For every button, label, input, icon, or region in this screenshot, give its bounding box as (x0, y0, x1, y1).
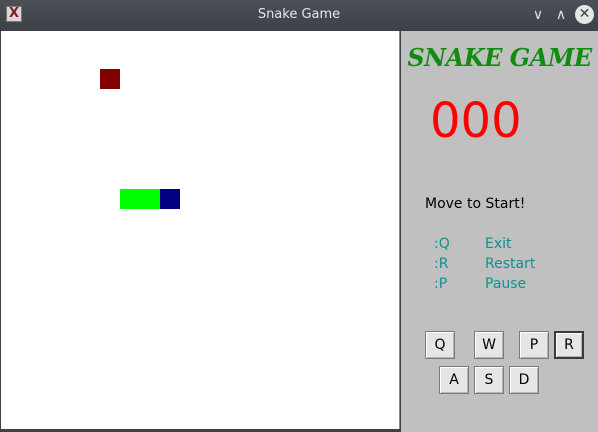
shortcut-action: Pause (485, 276, 527, 292)
d-button[interactable]: D (509, 366, 539, 394)
shortcut-key: :R (434, 256, 449, 272)
s-button[interactable]: S (474, 366, 504, 394)
status-message: Move to Start! (425, 196, 526, 212)
w-button[interactable]: W (474, 331, 504, 359)
game-board[interactable] (1, 31, 400, 429)
r-button[interactable]: R (554, 331, 584, 359)
a-button[interactable]: A (439, 366, 469, 394)
minimize-icon[interactable]: ∨ (528, 5, 548, 25)
snake-head (160, 189, 180, 209)
window-title: Snake Game (257, 7, 341, 22)
p-button[interactable]: P (519, 331, 549, 359)
snake-body-segment (120, 189, 140, 209)
side-panel: SNAKE GAME 000 Move to Start! :Q Exit :R… (401, 31, 598, 432)
shortcut-key: :Q (434, 236, 450, 252)
food-cell (100, 69, 120, 89)
maximize-icon[interactable]: ∧ (551, 5, 571, 25)
score-display: 000 (430, 93, 522, 149)
shortcut-action: Exit (485, 236, 512, 252)
shortcut-key: :P (434, 276, 448, 292)
game-title: SNAKE GAME (407, 43, 592, 72)
q-button[interactable]: Q (425, 331, 455, 359)
snake-body-segment (140, 189, 160, 209)
shortcut-action: Restart (485, 256, 536, 272)
close-icon[interactable]: ✕ (575, 5, 594, 24)
title-bar: X Snake Game ∨ ∧ ✕ (0, 0, 598, 30)
